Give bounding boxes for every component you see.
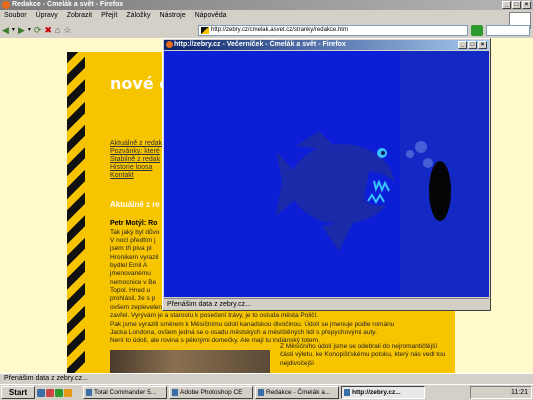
site-favicon-icon [201, 27, 209, 34]
start-button[interactable]: Start [1, 386, 35, 399]
go-button[interactable] [471, 25, 483, 36]
app-quick-icon[interactable] [46, 388, 54, 397]
url-field[interactable]: http://zebry.cz/cmelak.asvet.cz/stranky/… [198, 25, 468, 36]
dark-portal [429, 161, 451, 221]
quick-launch [37, 386, 81, 399]
task-photoshop[interactable]: Adobe Photoshop CE [169, 386, 253, 399]
browser-title-bar: Redakce - Čmelák a svět - Firefox _ □ × [0, 0, 533, 10]
section-heading: Aktuálně z re [110, 200, 160, 209]
link-pozvanky[interactable]: Pozvánky: které [110, 148, 162, 156]
system-tray: 11:21 [470, 386, 532, 399]
menu-tools[interactable]: Nástroje [160, 10, 186, 21]
menu-help[interactable]: Nápověda [195, 10, 227, 21]
article-author: Petr Motýl: Ro [110, 220, 158, 227]
maximize-button[interactable]: □ [512, 1, 521, 9]
stop-icon[interactable]: ✖ [44, 24, 52, 36]
app-quick-icon[interactable] [64, 388, 72, 397]
back-icon[interactable]: ◀ [2, 24, 9, 36]
link-stabilne[interactable]: Stabilně z redak [110, 156, 162, 164]
task-redakce[interactable]: Redakce - Čmelák a... [255, 386, 339, 399]
firefox-icon [2, 1, 10, 9]
photo-caption: Z Měsíčního údolí jsme se odebrali do ne… [280, 343, 446, 367]
popup-title-bar: http://zebry.cz - Večerníček - Čmelák a … [164, 40, 489, 50]
app-quick-icon[interactable] [55, 388, 63, 397]
menu-file[interactable]: Soubor [4, 10, 27, 21]
reload-icon[interactable]: ⟳ [34, 24, 42, 36]
forward-dropdown-icon[interactable]: ▾ [28, 24, 31, 36]
close-button[interactable]: × [522, 1, 531, 9]
hazard-stripes [67, 52, 85, 373]
article-line: zavřel. Vyrývám je a starostu k posečení… [110, 312, 319, 319]
minimize-button[interactable]: _ [502, 1, 511, 9]
clock: 11:21 [511, 389, 528, 396]
popup-firefox-icon [166, 41, 173, 48]
desktop-icon[interactable] [37, 388, 45, 397]
browser-status-bar: Přenášim data z zebry.cz... [0, 373, 533, 384]
menu-bar: Soubor Úpravy Zobrazit Přejít Záložky Ná… [0, 10, 533, 29]
task-popup[interactable]: http://zebry.cz... [341, 386, 425, 399]
popup-status-bar: Přenášim data z zebry.cz... [164, 298, 489, 309]
menu-go[interactable]: Přejít [101, 10, 117, 21]
search-input[interactable] [486, 25, 530, 36]
article-photo [110, 350, 270, 373]
home-icon[interactable]: ⌂ [55, 24, 60, 36]
popup-title: http://zebry.cz - Večerníček - Čmelák a … [174, 41, 346, 48]
popup-maximize-button[interactable]: □ [468, 41, 477, 49]
bubble-icon [406, 150, 414, 158]
bubble-icon [415, 141, 427, 153]
link-kontakt[interactable]: Kontakt [110, 172, 162, 180]
link-aktualne[interactable]: Aktuálně z redak [110, 140, 162, 148]
navigation-toolbar: ◀ ▾ ▶ ▾ ⟳ ✖ ⌂ ☆ http://zebry.cz/cmelak.a… [0, 22, 533, 38]
taskbar: Start Total Commander 5... Adobe Photosh… [0, 384, 533, 400]
forward-icon[interactable]: ▶ [18, 24, 25, 36]
popup-close-button[interactable]: × [478, 41, 487, 49]
menu-bookmarks[interactable]: Záložky [126, 10, 150, 21]
task-total-commander[interactable]: Total Commander 5... [83, 386, 167, 399]
popup-minimize-button[interactable]: _ [458, 41, 467, 49]
popup-window: http://zebry.cz - Večerníček - Čmelák a … [162, 38, 491, 311]
bubble-icon [423, 158, 433, 168]
back-dropdown-icon[interactable]: ▾ [12, 24, 15, 36]
menu-edit[interactable]: Úpravy [36, 10, 58, 21]
anglerfish-icon [276, 131, 397, 251]
bookmark-icon[interactable]: ☆ [63, 24, 71, 36]
page-link-list: Aktuálně z redak Pozvánky: které Stabiln… [110, 140, 162, 180]
scene-svg [276, 131, 451, 251]
browser-title: Redakce - Čmelák a svět - Firefox [12, 1, 124, 8]
link-historie[interactable]: Historie loosa [110, 164, 162, 172]
animation-scene[interactable] [164, 51, 489, 297]
menu-view[interactable]: Zobrazit [67, 10, 92, 21]
